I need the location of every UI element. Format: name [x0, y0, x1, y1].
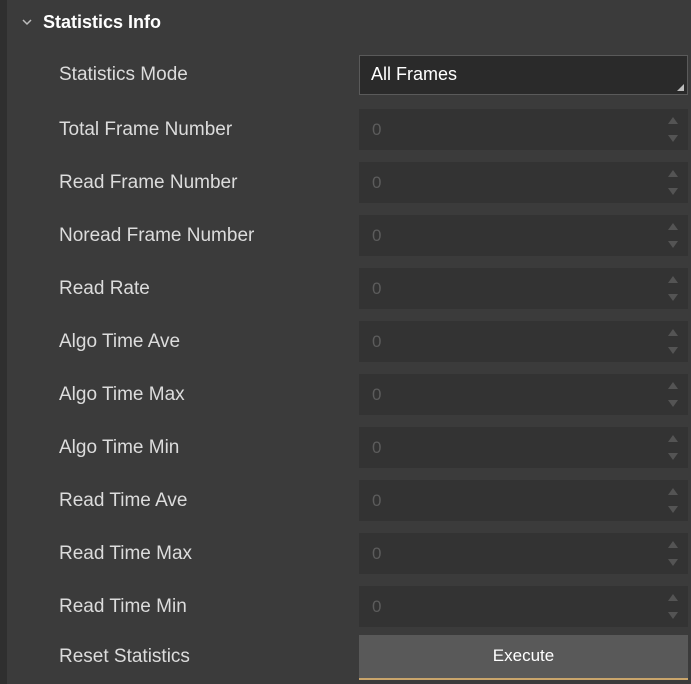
spin-down-icon[interactable]: [668, 453, 678, 460]
field-label: Algo Time Ave: [59, 331, 181, 352]
spin-up-icon[interactable]: [668, 541, 678, 548]
field-row: Read Time Max 0: [0, 529, 691, 581]
spin-up-icon[interactable]: [668, 594, 678, 601]
field-row: Read Frame Number 0: [0, 158, 691, 210]
field-row: Algo Time Max 0: [0, 370, 691, 422]
spinbox-field[interactable]: 0: [359, 268, 688, 309]
statistics-info-panel: Statistics Info Statistics Mode All Fram…: [0, 0, 691, 684]
spinbox-field[interactable]: 0: [359, 586, 688, 627]
spin-up-icon[interactable]: [668, 170, 678, 177]
spin-down-icon[interactable]: [668, 241, 678, 248]
chevron-down-icon[interactable]: [21, 16, 33, 28]
field-value: 0: [372, 120, 382, 139]
field-value: 0: [372, 597, 382, 616]
field-value: 0: [372, 226, 382, 245]
spinbox-field[interactable]: 0: [359, 109, 688, 150]
field-label: Read Rate: [59, 278, 150, 299]
dropdown-corner-icon: [677, 84, 684, 91]
spin-up-icon[interactable]: [668, 117, 678, 124]
spin-down-icon[interactable]: [668, 188, 678, 195]
spinbox-field[interactable]: 0: [359, 427, 688, 468]
field-value: 0: [372, 544, 382, 563]
spinbox-field[interactable]: 0: [359, 215, 688, 256]
field-value: 0: [372, 173, 382, 192]
field-row: Read Rate 0: [0, 264, 691, 316]
field-label: Total Frame Number: [59, 119, 233, 140]
spin-down-icon[interactable]: [668, 612, 678, 619]
field-row: Read Time Ave 0: [0, 476, 691, 528]
spin-up-icon[interactable]: [668, 382, 678, 389]
spin-up-icon[interactable]: [668, 223, 678, 230]
field-row: Noread Frame Number 0: [0, 211, 691, 263]
statistics-mode-select[interactable]: All Frames: [359, 55, 688, 95]
field-value: 0: [372, 332, 382, 351]
field-row: Read Time Min 0: [0, 582, 691, 634]
field-value: 0: [372, 279, 382, 298]
spin-down-icon[interactable]: [668, 135, 678, 142]
spin-down-icon[interactable]: [668, 294, 678, 301]
field-value: 0: [372, 491, 382, 510]
field-value: 0: [372, 385, 382, 404]
spinbox-field[interactable]: 0: [359, 321, 688, 362]
field-label: Read Time Ave: [59, 490, 188, 511]
field-label: Read Time Max: [59, 543, 193, 564]
spinbox-field[interactable]: 0: [359, 162, 688, 203]
field-label: Read Time Min: [59, 596, 187, 617]
spin-down-icon[interactable]: [668, 506, 678, 513]
spin-up-icon[interactable]: [668, 276, 678, 283]
field-row: Algo Time Ave 0: [0, 317, 691, 369]
field-label: Algo Time Max: [59, 384, 185, 405]
spinbox-field[interactable]: 0: [359, 374, 688, 415]
field-row: Algo Time Min 0: [0, 423, 691, 475]
field-label: Noread Frame Number: [59, 225, 255, 246]
field-label: Read Frame Number: [59, 172, 238, 193]
statistics-mode-label: Statistics Mode: [59, 64, 188, 85]
spinbox-field[interactable]: 0: [359, 533, 688, 574]
spin-down-icon[interactable]: [668, 559, 678, 566]
spin-up-icon[interactable]: [668, 329, 678, 336]
field-label: Algo Time Min: [59, 437, 180, 458]
reset-statistics-label: Reset Statistics: [59, 646, 190, 667]
spinbox-field[interactable]: 0: [359, 480, 688, 521]
section-title: Statistics Info: [43, 12, 162, 32]
reset-statistics-row: Reset Statistics Execute: [0, 632, 691, 684]
spin-up-icon[interactable]: [668, 488, 678, 495]
field-row: Total Frame Number 0: [0, 105, 691, 157]
statistics-mode-row: Statistics Mode All Frames: [0, 50, 691, 102]
statistics-mode-value: All Frames: [371, 64, 458, 84]
spin-down-icon[interactable]: [668, 347, 678, 354]
execute-button[interactable]: Execute: [359, 635, 688, 680]
section-header[interactable]: Statistics Info: [7, 0, 691, 46]
field-value: 0: [372, 438, 382, 457]
spin-down-icon[interactable]: [668, 400, 678, 407]
spin-up-icon[interactable]: [668, 435, 678, 442]
